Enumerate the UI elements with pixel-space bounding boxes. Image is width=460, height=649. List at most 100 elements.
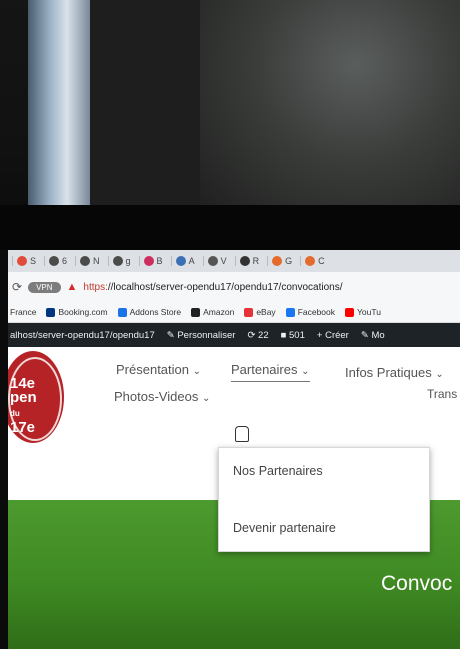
bookmark-label: YouTu	[357, 307, 381, 317]
partenaires-dropdown: Nos Partenaires Devenir partenaire	[218, 447, 430, 552]
tab-label: B	[156, 256, 163, 266]
wordpress-admin-bar: alhost/server-opendu17/opendu17 ✎ Person…	[8, 323, 460, 347]
browser-tab[interactable]: R	[234, 256, 264, 266]
bookmark-youtu[interactable]: YouTu	[345, 307, 381, 317]
amazon-icon	[191, 307, 201, 317]
bookmark-france[interactable]: France	[10, 307, 36, 317]
reload-icon[interactable]: ⟳	[12, 280, 22, 294]
monitor-screen: S 6 Ng B A V R G C ⟳ VPN ▲ https://localhost/ser…	[8, 250, 460, 649]
browser-tab[interactable]: C	[300, 256, 329, 266]
edit-link[interactable]: ✎ Mo	[361, 330, 385, 341]
mouse-cursor	[235, 426, 249, 442]
menu-item-nos-partenaires[interactable]: Nos Partenaires	[233, 464, 323, 478]
comment-icon: ■	[280, 329, 287, 341]
address-bar-row: ⟳ VPN ▲ https://localhost/server-opendu1…	[8, 272, 460, 302]
bookmark-facebook[interactable]: Facebook	[285, 307, 336, 317]
tab-label: V	[220, 256, 227, 266]
youtube-icon	[345, 307, 355, 317]
browser-tab-strip: S 6 Ng B A V R G C	[8, 250, 460, 272]
door-frame	[90, 0, 200, 215]
tab-label: 6	[62, 256, 68, 266]
nav-partenaires-label: Partenaires	[231, 362, 298, 377]
nav-partenaires[interactable]: Partenaires ⌄	[231, 362, 310, 382]
customize-label: Personnaliser	[177, 329, 236, 341]
insecure-warning-icon[interactable]: ▲	[67, 281, 78, 293]
logo-sub: du	[10, 409, 20, 418]
bookmark-addons-store[interactable]: Addons Store	[117, 307, 182, 317]
bookmark-ebay[interactable]: eBay	[244, 307, 276, 317]
edit-label: Mo	[371, 329, 385, 341]
menu-item-devenir-partenaire[interactable]: Devenir partenaire	[233, 521, 336, 535]
updates-count: 22	[258, 329, 269, 341]
tab-favicon-icon	[239, 256, 250, 266]
bookmark-label: France	[10, 307, 37, 317]
browser-tab[interactable]: 6	[44, 256, 71, 266]
new-content-link[interactable]: + Créer	[317, 330, 349, 341]
browser-tab[interactable]: g	[107, 256, 135, 266]
plus-icon: +	[316, 329, 323, 341]
chevron-down-icon: ⌄	[201, 393, 211, 404]
browser-tab[interactable]: A	[170, 256, 199, 266]
tab-label: S	[30, 256, 37, 266]
window-light	[28, 0, 93, 215]
browser-tab[interactable]: G	[267, 256, 296, 266]
chevron-down-icon: ⌄	[435, 369, 444, 380]
nav-presentation[interactable]: Présentation ⌄	[116, 362, 201, 377]
comments-count: 501	[289, 329, 305, 341]
tab-label: C	[318, 256, 325, 266]
updates-icon: ⟳	[247, 329, 256, 341]
bookmark-amazon[interactable]: Amazon	[191, 307, 234, 317]
tab-favicon-icon	[143, 256, 154, 266]
nav-trans-label: Trans	[427, 387, 458, 401]
browser-tab[interactable]: S	[12, 256, 40, 266]
bookmark-label: eBay	[256, 307, 276, 317]
monitor-bezel	[0, 205, 460, 250]
nav-photos-label: Photos-Videos	[114, 389, 199, 404]
bookmarks-bar: France Booking.com Addons Store Amazon eBay F…	[8, 302, 460, 323]
url-protocol: https:	[83, 281, 108, 293]
bookmark-label: Facebook	[297, 307, 336, 317]
booking-icon	[46, 307, 56, 317]
tab-favicon-icon	[175, 256, 186, 266]
nav-photos-videos[interactable]: Photos-Videos ⌄	[114, 389, 210, 404]
logo-word: pen	[10, 389, 37, 406]
admin-site-link[interactable]: alhost/server-opendu17/opendu17	[10, 330, 155, 341]
browser-tab[interactable]: V	[202, 256, 231, 266]
bookmark-label: Booking.com	[58, 307, 108, 317]
bookmark-label: Addons Store	[129, 307, 182, 317]
tab-favicon-icon	[207, 256, 218, 266]
new-label: Créer	[325, 329, 349, 341]
logo-year: 17e	[10, 419, 36, 436]
tab-favicon-icon	[49, 256, 60, 266]
bookmark-booking-com[interactable]: Booking.com	[46, 307, 108, 317]
open-tennis-logo[interactable]: 14e pen du 17e	[8, 351, 64, 443]
nav-transports[interactable]: Trans	[427, 387, 457, 401]
tab-favicon-icon	[17, 256, 27, 266]
facebook-icon	[285, 307, 295, 317]
chevron-down-icon: ⌄	[301, 366, 310, 377]
tab-label: G	[285, 256, 293, 266]
customize-link[interactable]: ✎ Personnaliser	[167, 330, 236, 341]
pencil-icon: ✎	[360, 329, 369, 341]
tab-favicon-icon	[305, 256, 316, 266]
browser-tab[interactable]: B	[138, 256, 167, 266]
comments-link[interactable]: ■ 501	[281, 330, 305, 341]
tab-label: A	[188, 256, 195, 266]
bookmark-label: Amazon	[203, 307, 235, 317]
url-field[interactable]: https://localhost/server-opendu17/opendu…	[83, 282, 342, 293]
tab-label: N	[93, 256, 100, 266]
tab-label: g	[125, 256, 131, 266]
room-wall	[200, 0, 460, 215]
tab-favicon-icon	[272, 256, 283, 266]
ebay-icon	[244, 307, 254, 317]
nav-infos-pratiques[interactable]: Infos Pratiques ⌄	[345, 365, 444, 380]
nav-infos-label: Infos Pratiques	[345, 365, 432, 380]
page-title: Convoc	[381, 572, 453, 595]
tab-favicon-icon	[80, 256, 91, 266]
updates-link[interactable]: ⟳ 22	[247, 330, 268, 341]
chevron-down-icon: ⌄	[192, 366, 202, 377]
logo-text: 14e pen du 17e	[10, 376, 37, 436]
browser-tab[interactable]: N	[75, 256, 104, 266]
tab-favicon-icon	[112, 256, 123, 266]
vpn-badge[interactable]: VPN	[28, 281, 61, 293]
